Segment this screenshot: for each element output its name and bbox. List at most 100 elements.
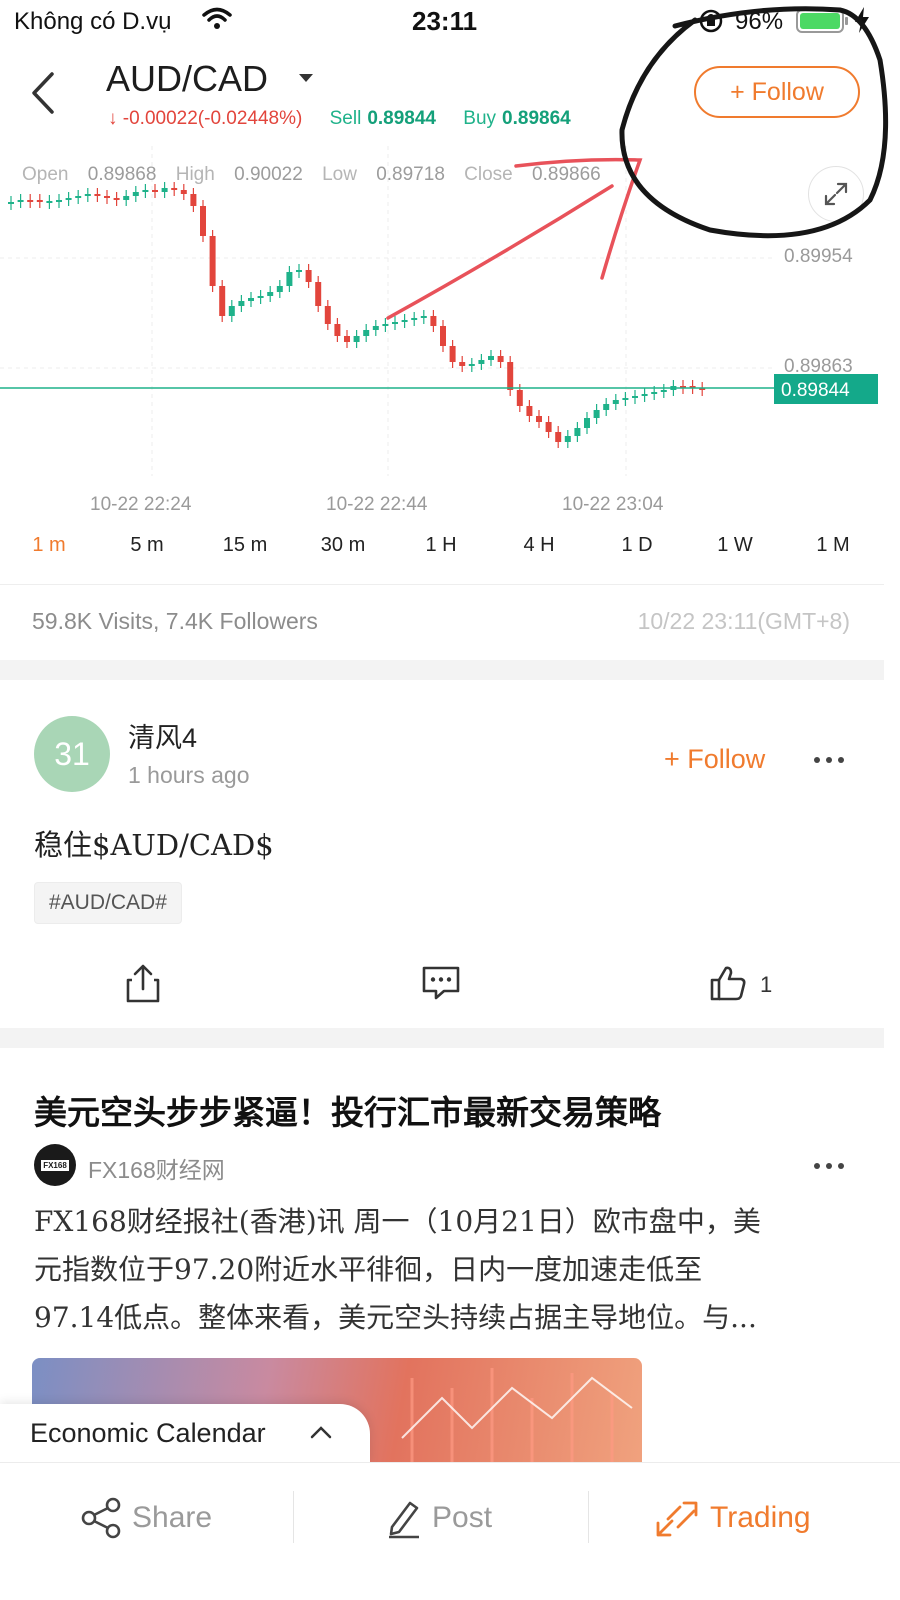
candle-body bbox=[516, 390, 523, 406]
economic-calendar-label: Economic Calendar bbox=[30, 1418, 266, 1448]
current-price-label: 0.89844 bbox=[781, 380, 850, 401]
candle-body bbox=[190, 194, 197, 206]
tab-30m[interactable]: 30 m bbox=[303, 534, 383, 557]
candle-body bbox=[632, 396, 638, 398]
candle-body bbox=[468, 364, 475, 366]
candle-body bbox=[27, 200, 34, 202]
caret-down-icon[interactable] bbox=[298, 72, 314, 84]
visits-followers: 59.8K Visits, 7.4K Followers bbox=[32, 608, 318, 634]
article-source[interactable]: FX168财经网 bbox=[88, 1151, 225, 1185]
high-label: High bbox=[175, 164, 215, 185]
article-line: 97.14低点。整体来看，美元空头持续占据主导地位。与... bbox=[34, 1301, 757, 1334]
battery-percent: 96% bbox=[735, 8, 784, 35]
tab-1w[interactable]: 1 W bbox=[695, 534, 775, 557]
ohlc-summary: Open 0.89868 High 0.90022 Low 0.89718 Cl… bbox=[22, 164, 615, 186]
more-options-icon[interactable] bbox=[814, 754, 846, 766]
candle-body bbox=[238, 301, 245, 306]
candle-body bbox=[411, 318, 418, 320]
candle-body bbox=[180, 190, 187, 194]
chevron-up-icon bbox=[310, 1426, 332, 1439]
x-tick-label: 10-22 22:24 bbox=[90, 494, 192, 515]
candle-body bbox=[296, 270, 302, 272]
clock: 23:11 bbox=[412, 6, 478, 36]
tab-1h[interactable]: 1 H bbox=[401, 534, 481, 557]
y-tick-label: 0.89863 bbox=[784, 356, 853, 377]
article-excerpt[interactable]: FX168财经报社(香港)讯 周一（10月21日）欧市盘中，美 元指数位于97.… bbox=[34, 1198, 840, 1342]
candle-body bbox=[305, 270, 312, 282]
candle-body bbox=[46, 201, 53, 203]
candle-body bbox=[545, 422, 552, 432]
trading-arrows-icon bbox=[656, 1501, 698, 1537]
candle-body bbox=[171, 188, 178, 190]
share-button[interactable]: Share bbox=[80, 1493, 212, 1543]
low-value: 0.89718 bbox=[376, 164, 445, 185]
x-tick-label: 10-22 23:04 bbox=[562, 494, 664, 515]
article-title[interactable]: 美元空头步步紧逼！投行汇市最新交易策略 bbox=[34, 1086, 661, 1134]
like-button[interactable] bbox=[708, 964, 748, 1007]
post-hashtag[interactable]: #AUD/CAD# bbox=[34, 882, 182, 924]
tab-5m[interactable]: 5 m bbox=[107, 534, 187, 557]
post-time: 1 hours ago bbox=[128, 762, 250, 788]
more-options-icon[interactable] bbox=[814, 1160, 846, 1172]
candle-body bbox=[161, 188, 168, 192]
candle-body bbox=[94, 194, 101, 196]
expand-chart-button[interactable] bbox=[808, 166, 864, 222]
x-tick-label: 10-22 22:44 bbox=[326, 494, 428, 515]
candle-body bbox=[526, 406, 533, 416]
economic-calendar-toggle[interactable]: Economic Calendar bbox=[0, 1404, 370, 1464]
trading-label: Trading bbox=[710, 1501, 811, 1534]
tab-1m[interactable]: 1 m bbox=[9, 534, 89, 557]
follow-user-button[interactable]: + Follow bbox=[664, 744, 765, 775]
candle-body bbox=[430, 316, 437, 326]
candle-body bbox=[641, 394, 648, 396]
candle-body bbox=[17, 200, 24, 202]
candle-body bbox=[584, 418, 590, 428]
candle-body bbox=[276, 286, 283, 292]
tab-15m[interactable]: 15 m bbox=[205, 534, 285, 557]
share-post-button[interactable] bbox=[124, 962, 162, 1009]
tab-1d[interactable]: 1 D bbox=[597, 534, 677, 557]
trading-button[interactable]: Trading bbox=[654, 1493, 811, 1543]
candle-body bbox=[420, 316, 427, 318]
close-label: Close bbox=[464, 164, 513, 185]
sell-price: 0.89844 bbox=[367, 108, 436, 129]
source-logo: FX168 bbox=[34, 1144, 76, 1186]
rotation-lock-icon bbox=[699, 9, 723, 33]
candle-body bbox=[56, 200, 62, 202]
comment-button[interactable] bbox=[420, 964, 462, 1007]
battery-icon bbox=[796, 9, 848, 33]
charging-bolt-icon bbox=[855, 7, 869, 33]
article-line: 元指数位于97.20附近水平徘徊，日内一度加速走低至 bbox=[34, 1253, 703, 1286]
comment-icon bbox=[422, 966, 460, 1000]
candle-body bbox=[228, 306, 235, 316]
candle-body bbox=[564, 436, 571, 442]
expand-icon bbox=[824, 182, 848, 206]
open-label: Open bbox=[22, 164, 69, 185]
back-button[interactable] bbox=[26, 70, 62, 116]
candle-body bbox=[612, 400, 619, 404]
post-button[interactable]: Post bbox=[386, 1493, 492, 1543]
candle-body bbox=[440, 326, 446, 346]
candle-body bbox=[132, 192, 139, 196]
thumbs-up-icon bbox=[710, 966, 746, 1001]
candle-body bbox=[75, 196, 82, 198]
follow-instrument-button[interactable]: + Follow bbox=[694, 66, 860, 118]
candle-body bbox=[65, 198, 72, 200]
post-label: Post bbox=[432, 1501, 493, 1534]
instrument-title[interactable]: AUD/CAD bbox=[106, 58, 268, 100]
tab-1mo[interactable]: 1 M bbox=[793, 534, 873, 557]
price-chart[interactable]: 0.89954 0.89863 0.89844 10-22 22:24 10-2… bbox=[0, 146, 900, 526]
post-content: 稳住$AUD/CAD$ bbox=[34, 828, 274, 862]
candle-body bbox=[401, 320, 408, 322]
candle-body bbox=[353, 336, 360, 342]
candle-body bbox=[152, 190, 158, 192]
candle-body bbox=[248, 298, 254, 301]
tab-4h[interactable]: 4 H bbox=[499, 534, 579, 557]
candle-body bbox=[113, 198, 120, 200]
high-value: 0.90022 bbox=[234, 164, 303, 185]
post-username[interactable]: 清风4 bbox=[128, 716, 197, 755]
article-line: FX168财经报社(香港)讯 周一（10月21日）欧市盘中，美 bbox=[34, 1205, 761, 1238]
candle-body bbox=[372, 326, 379, 330]
section-separator bbox=[0, 1028, 884, 1048]
avatar[interactable]: 31 bbox=[34, 716, 110, 792]
